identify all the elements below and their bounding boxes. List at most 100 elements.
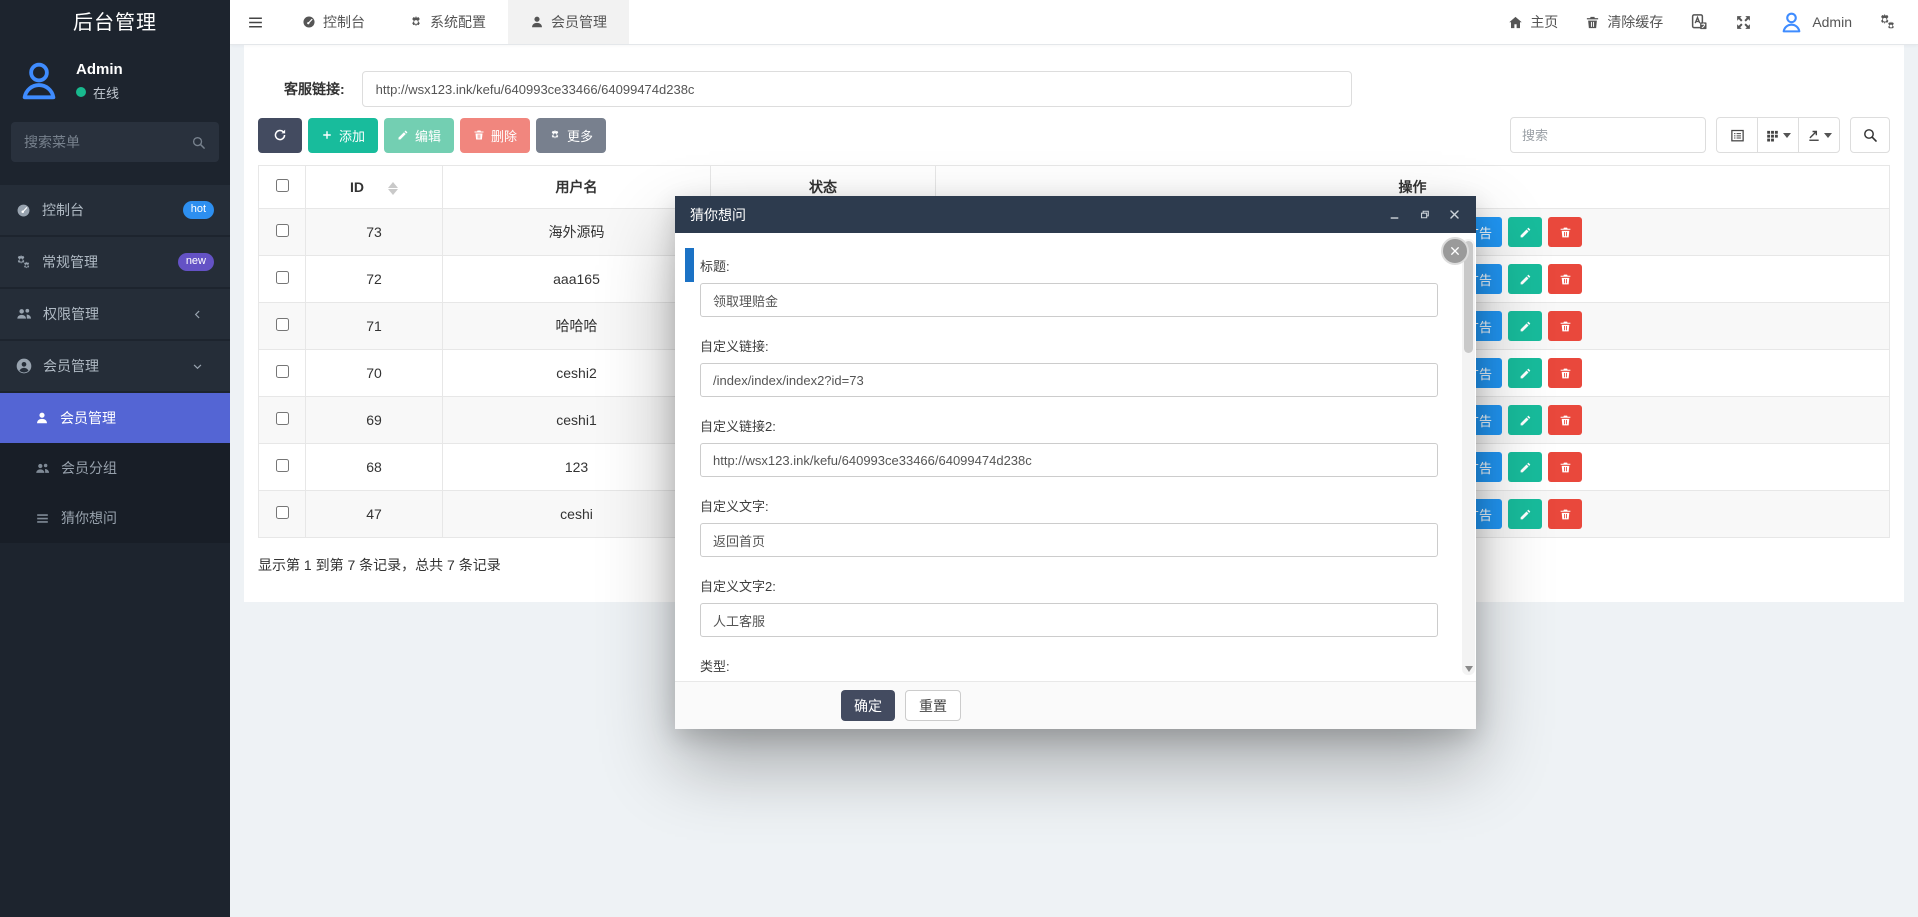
active-tab-indicator bbox=[685, 248, 694, 282]
row-checkbox[interactable] bbox=[275, 412, 289, 425]
search-toggle-button[interactable] bbox=[1850, 117, 1890, 153]
tab-system-config[interactable]: 系统配置 bbox=[387, 0, 508, 44]
minimize-button[interactable] bbox=[1388, 208, 1401, 221]
field-input[interactable] bbox=[700, 603, 1438, 637]
row-edit-button[interactable] bbox=[1508, 499, 1543, 529]
row-delete-button[interactable] bbox=[1548, 311, 1583, 341]
caret-down-icon bbox=[1783, 132, 1791, 138]
delete-button[interactable]: 删除 bbox=[460, 117, 531, 153]
user-icon bbox=[35, 411, 49, 425]
hamburger-icon bbox=[247, 14, 264, 31]
plus-icon bbox=[321, 129, 333, 141]
tab-member-manage[interactable]: 会员管理 bbox=[508, 0, 629, 44]
header-id[interactable]: ID bbox=[305, 165, 443, 209]
more-button[interactable]: 更多 bbox=[536, 117, 607, 153]
edit-button[interactable]: 编辑 bbox=[384, 117, 455, 153]
table-search-input[interactable] bbox=[1510, 117, 1706, 153]
pencil-icon bbox=[1519, 461, 1532, 474]
sidebar: 后台管理 Admin 在线 搜索菜单 控制台 hot 常规管理 new 权限管理… bbox=[0, 0, 230, 917]
row-edit-button[interactable] bbox=[1508, 405, 1543, 435]
trash-icon bbox=[1559, 461, 1572, 474]
field-input[interactable] bbox=[700, 523, 1438, 557]
settings-gears-icon[interactable] bbox=[1879, 14, 1896, 31]
users-icon bbox=[35, 461, 50, 476]
table-toolbar: 添加 编辑 删除 更多 bbox=[258, 117, 1890, 153]
row-delete-button[interactable] bbox=[1548, 499, 1583, 529]
topbar-user-menu[interactable]: Admin bbox=[1779, 10, 1852, 35]
header-username: 用户名 bbox=[442, 165, 711, 209]
sidebar-item-dashboard[interactable]: 控制台 hot bbox=[0, 185, 230, 235]
row-checkbox-cell bbox=[258, 396, 306, 444]
sidebar-item-permissions[interactable]: 权限管理 bbox=[0, 289, 230, 339]
field-input[interactable] bbox=[700, 283, 1438, 317]
add-button[interactable]: 添加 bbox=[308, 117, 379, 153]
sidebar-menu: 控制台 hot 常规管理 new 权限管理 会员管理 会员管理 会员分组 猜你想… bbox=[0, 185, 230, 543]
table-controls bbox=[1510, 117, 1890, 153]
detail-view-button[interactable] bbox=[1716, 117, 1758, 153]
field-label: 标题: bbox=[700, 259, 730, 274]
row-delete-button[interactable] bbox=[1548, 405, 1583, 435]
select-all-checkbox[interactable] bbox=[275, 179, 289, 192]
home-link[interactable]: 主页 bbox=[1508, 12, 1558, 32]
row-delete-button[interactable] bbox=[1548, 217, 1583, 247]
scrollbar-down-arrow[interactable] bbox=[1465, 666, 1473, 672]
field-input[interactable] bbox=[700, 443, 1438, 477]
row-delete-button[interactable] bbox=[1548, 452, 1583, 482]
sidebar-item-members[interactable]: 会员管理 bbox=[0, 341, 230, 391]
row-edit-button[interactable] bbox=[1508, 358, 1543, 388]
clear-cache-link[interactable]: 清除缓存 bbox=[1585, 12, 1663, 32]
fullscreen-icon[interactable] bbox=[1735, 14, 1752, 31]
modal-scrollbar[interactable] bbox=[1462, 239, 1475, 675]
close-button[interactable] bbox=[1448, 208, 1461, 221]
menu-search-input[interactable]: 搜索菜单 bbox=[11, 122, 219, 162]
home-icon bbox=[1508, 15, 1523, 30]
reset-button[interactable]: 重置 bbox=[905, 690, 961, 721]
users-icon bbox=[16, 306, 32, 322]
row-edit-button[interactable] bbox=[1508, 311, 1543, 341]
row-delete-button[interactable] bbox=[1548, 264, 1583, 294]
row-checkbox[interactable] bbox=[275, 365, 289, 378]
row-edit-button[interactable] bbox=[1508, 264, 1543, 294]
pencil-icon bbox=[1519, 273, 1532, 286]
row-delete-button[interactable] bbox=[1548, 358, 1583, 388]
topbar-right: 主页 清除缓存 Admin bbox=[1508, 0, 1918, 44]
row-action-buttons: 广告 bbox=[1456, 358, 1889, 388]
pencil-icon bbox=[1519, 414, 1532, 427]
row-action-buttons: 广告 bbox=[1456, 217, 1889, 247]
refresh-button[interactable] bbox=[258, 117, 302, 153]
trash-icon bbox=[1559, 273, 1572, 286]
row-edit-button[interactable] bbox=[1508, 217, 1543, 247]
admin-app: 后台管理 Admin 在线 搜索菜单 控制台 hot 常规管理 new 权限管理… bbox=[0, 0, 1918, 917]
language-icon[interactable] bbox=[1690, 13, 1708, 31]
row-checkbox[interactable] bbox=[275, 459, 289, 472]
row-action-buttons: 广告 bbox=[1456, 264, 1889, 294]
columns-toggle-button[interactable] bbox=[1757, 117, 1799, 153]
sidebar-subitem-guess-ask[interactable]: 猜你想问 bbox=[0, 493, 230, 543]
dialog-titlebar[interactable]: 猜你想问 bbox=[675, 196, 1476, 233]
field-input[interactable] bbox=[700, 363, 1438, 397]
kefu-link-input[interactable] bbox=[361, 71, 1352, 107]
dialog-close-button[interactable] bbox=[1441, 237, 1469, 265]
user-avatar-icon bbox=[16, 58, 62, 104]
row-checkbox[interactable] bbox=[275, 506, 289, 519]
export-button[interactable] bbox=[1798, 117, 1840, 153]
sidebar-submenu: 会员管理 会员分组 猜你想问 bbox=[0, 393, 230, 543]
trash-icon bbox=[1559, 508, 1572, 521]
online-dot-icon bbox=[76, 87, 86, 97]
trash-icon bbox=[1559, 414, 1572, 427]
form-field: 标题: bbox=[700, 256, 1438, 317]
sidebar-subitem-member-groups[interactable]: 会员分组 bbox=[0, 443, 230, 493]
detail-view-icon bbox=[1730, 128, 1745, 143]
dashboard-icon bbox=[302, 15, 316, 29]
row-action-buttons: 广告 bbox=[1456, 499, 1889, 529]
row-checkbox[interactable] bbox=[275, 318, 289, 331]
maximize-button[interactable] bbox=[1418, 208, 1431, 221]
tab-dashboard[interactable]: 控制台 bbox=[280, 0, 387, 44]
row-edit-button[interactable] bbox=[1508, 452, 1543, 482]
sidebar-toggle-button[interactable] bbox=[230, 0, 280, 44]
row-checkbox[interactable] bbox=[275, 224, 289, 237]
sidebar-item-general[interactable]: 常规管理 new bbox=[0, 237, 230, 287]
row-checkbox[interactable] bbox=[275, 271, 289, 284]
sidebar-subitem-member-manage[interactable]: 会员管理 bbox=[0, 393, 230, 443]
confirm-button[interactable]: 确定 bbox=[841, 690, 895, 721]
